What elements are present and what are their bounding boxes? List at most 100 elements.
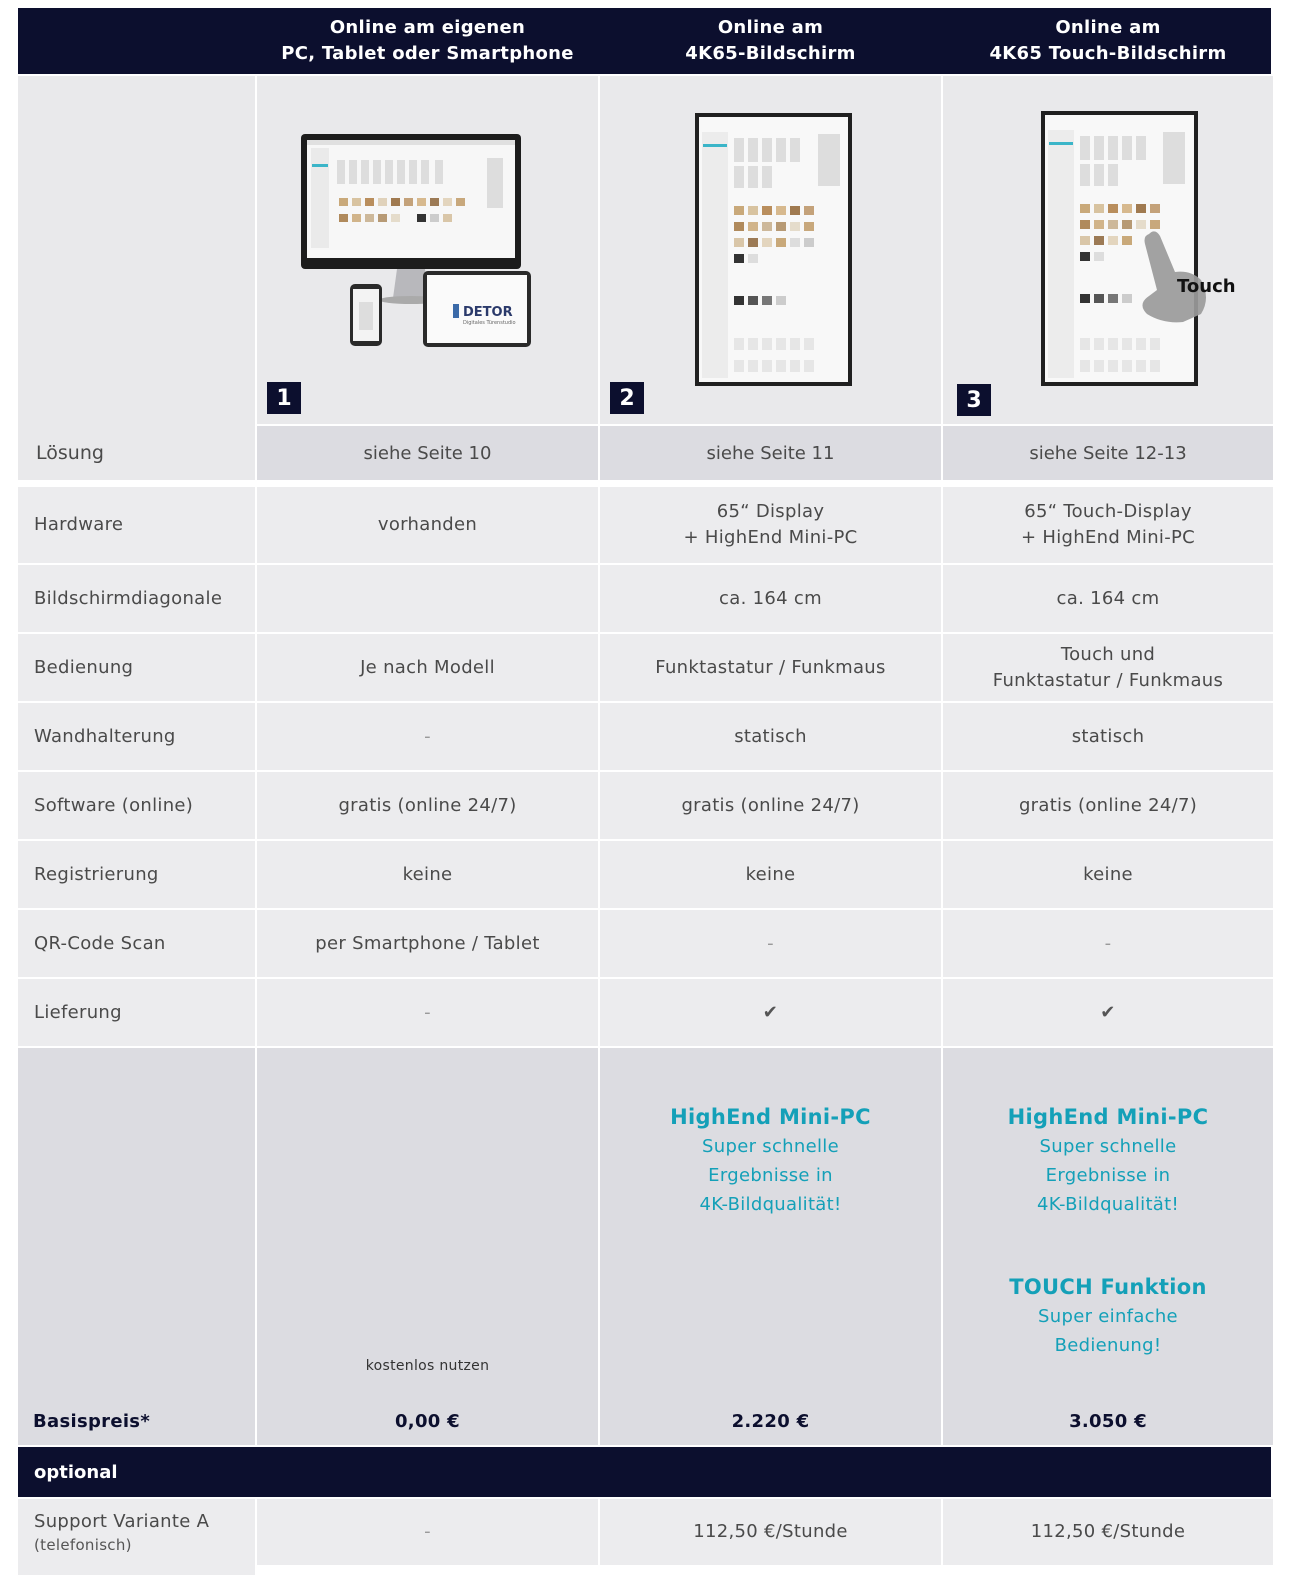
separator <box>18 480 1271 485</box>
cell-diagonal-4k65: ca. 164 cm <box>600 565 941 632</box>
row-label-diagonal: Bildschirmdiagonale <box>18 565 255 632</box>
cell-hardware-pc: vorhanden <box>257 487 598 563</box>
cell-hardware-4k65: 65“ Display + HighEnd Mini-PC <box>600 487 941 563</box>
row-label-operation: Bedienung <box>18 634 255 701</box>
feature-minipc: HighEnd Mini-PC Super schnelle Ergebniss… <box>943 1102 1273 1219</box>
cell-operation-touch: Touch und Funktastatur / Funkmaus <box>943 634 1273 701</box>
table-row: Wandhalterung - statisch statisch <box>18 703 1273 770</box>
price-cell-pc: kostenlos nutzen 0,00 € <box>257 1048 598 1445</box>
cell-operation-touch-line1: Touch und <box>1060 643 1156 665</box>
cell-hardware-touch-line1: 65“ Touch-Display <box>1024 501 1192 522</box>
feature-minipc-title: HighEnd Mini-PC <box>1007 1105 1209 1129</box>
cell-operation-pc: Je nach Modell <box>257 634 598 701</box>
feature-minipc-line3: 4K-Bildqualität! <box>1036 1194 1180 1215</box>
feature-minipc-title: HighEnd Mini-PC <box>670 1105 871 1129</box>
solution-number-1: 1 <box>267 382 301 414</box>
cell-diagonal-touch: ca. 164 cm <box>943 565 1273 632</box>
cell-support-pc: - <box>257 1499 598 1565</box>
header-col-touch-line2: 4K65 Touch-Bildschirm <box>989 43 1227 64</box>
feature-minipc-line1: Super schnelle <box>702 1136 839 1157</box>
cell-software-4k65: gratis (online 24/7) <box>600 772 941 839</box>
solution-number-2: 2 <box>610 382 644 414</box>
row-label-software: Software (online) <box>18 772 255 839</box>
feature-minipc-line2: Ergebnisse in <box>1045 1165 1171 1186</box>
cell-qr-touch: - <box>943 910 1273 977</box>
table-row: Lieferung - ✔ ✔ <box>18 979 1273 1046</box>
price-label: Basispreis* <box>33 1411 151 1432</box>
cell-delivery-pc: - <box>257 979 598 1046</box>
portrait-screen-illustration <box>695 113 852 386</box>
price-value-touch: 3.050 € <box>1069 1411 1147 1432</box>
check-icon: ✔ <box>943 979 1273 1046</box>
solution-row: Lösung DETOR Digitales Türenstudio 1 2 T… <box>18 76 1273 480</box>
detor-logo: DETOR <box>463 305 513 320</box>
devices-illustration: DETOR Digitales Türenstudio <box>301 134 531 347</box>
header-empty <box>18 8 255 74</box>
price-value-pc: 0,00 € <box>394 1411 460 1432</box>
cell-operation-4k65: Funktastatur / Funkmaus <box>600 634 941 701</box>
header-col-pc-line1: Online am eigenen <box>329 17 526 38</box>
solution-image-pc: DETOR Digitales Türenstudio 1 <box>257 76 598 424</box>
detor-logo-sub: Digitales Türenstudio <box>463 320 516 326</box>
row-label-wallmount: Wandhalterung <box>18 703 255 770</box>
cell-qr-pc: per Smartphone / Tablet <box>257 910 598 977</box>
cell-registration-4k65: keine <box>600 841 941 908</box>
cell-diagonal-pc <box>257 565 598 632</box>
solution-number-3: 3 <box>957 384 991 416</box>
table-row: Registrierung keine keine keine <box>18 841 1273 908</box>
support-label: Support Variante A <box>34 1511 210 1532</box>
header-col-4k65-line2: 4K65-Bildschirm <box>685 43 856 64</box>
header-col-4k65-touch: Online am 4K65 Touch-Bildschirm <box>943 8 1273 74</box>
row-label-hardware: Hardware <box>18 487 255 563</box>
header-col-4k65-line1: Online am <box>717 17 824 38</box>
feature-minipc: HighEnd Mini-PC Super schnelle Ergebniss… <box>600 1102 941 1219</box>
touch-label: Touch <box>1177 276 1236 297</box>
solution-ref-touch: siehe Seite 12-13 <box>943 426 1273 480</box>
table-header: Online am eigenen PC, Tablet oder Smartp… <box>18 8 1271 74</box>
table-row: Software (online) gratis (online 24/7) g… <box>18 772 1273 839</box>
price-cell-touch: HighEnd Mini-PC Super schnelle Ergebniss… <box>943 1048 1273 1445</box>
cell-software-pc: gratis (online 24/7) <box>257 772 598 839</box>
check-icon: ✔ <box>600 979 941 1046</box>
cell-wallmount-pc: - <box>257 703 598 770</box>
price-label-cell: Basispreis* <box>18 1048 255 1445</box>
price-value-4k65: 2.220 € <box>731 1411 810 1432</box>
solution-image-4k65-touch: Touch 3 <box>943 76 1273 424</box>
table-row: Bildschirmdiagonale ca. 164 cm ca. 164 c… <box>18 565 1273 632</box>
solution-ref-pc: siehe Seite 10 <box>257 426 598 480</box>
feature-minipc-line3: 4K-Bildqualität! <box>699 1194 842 1215</box>
table-row: QR-Code Scan per Smartphone / Tablet - - <box>18 910 1273 977</box>
row-label-qr: QR-Code Scan <box>18 910 255 977</box>
cell-hardware-touch: 65“ Touch-Display + HighEnd Mini-PC <box>943 487 1273 563</box>
price-row: Basispreis* kostenlos nutzen 0,00 € High… <box>18 1048 1273 1445</box>
cell-wallmount-4k65: statisch <box>600 703 941 770</box>
table-row: Hardware vorhanden 65“ Display + HighEnd… <box>18 487 1273 563</box>
cell-software-touch: gratis (online 24/7) <box>943 772 1273 839</box>
cell-hardware-touch-line2: + HighEnd Mini-PC <box>1020 527 1196 548</box>
solution-ref-4k65: siehe Seite 11 <box>600 426 941 480</box>
cell-qr-4k65: - <box>600 910 941 977</box>
cell-operation-touch-line2: Funktastatur / Funkmaus <box>992 669 1224 691</box>
feature-touch: TOUCH Funktion Super einfache Bedienung! <box>943 1272 1273 1360</box>
solution-label: Lösung <box>18 76 255 480</box>
cell-hardware-4k65-line2: + HighEnd Mini-PC <box>683 527 858 548</box>
feature-minipc-line2: Ergebnisse in <box>708 1165 833 1186</box>
row-label-registration: Registrierung <box>18 841 255 908</box>
header-col-pc: Online am eigenen PC, Tablet oder Smartp… <box>257 8 598 74</box>
feature-touch-line2: Bedienung! <box>1054 1335 1162 1356</box>
cell-registration-touch: keine <box>943 841 1273 908</box>
header-col-touch-line1: Online am <box>1055 17 1161 38</box>
row-label-support: Support Variante A (telefonisch) <box>18 1499 255 1575</box>
cell-support-touch: 112,50 €/Stunde <box>943 1499 1273 1565</box>
header-col-pc-line2: PC, Tablet oder Smartphone <box>281 43 574 64</box>
table-row: Support Variante A (telefonisch) - 112,5… <box>18 1499 1273 1575</box>
row-label-delivery: Lieferung <box>18 979 255 1046</box>
optional-header: optional <box>18 1447 1271 1497</box>
touch-screen-illustration: Touch <box>1041 111 1236 386</box>
feature-touch-title: TOUCH Funktion <box>1009 1275 1207 1299</box>
solution-image-4k65: 2 <box>600 76 941 424</box>
price-note-free: kostenlos nutzen <box>365 1358 490 1374</box>
cell-hardware-4k65-line1: 65“ Display <box>716 501 825 522</box>
cell-registration-pc: keine <box>257 841 598 908</box>
feature-minipc-line1: Super schnelle <box>1039 1136 1177 1157</box>
